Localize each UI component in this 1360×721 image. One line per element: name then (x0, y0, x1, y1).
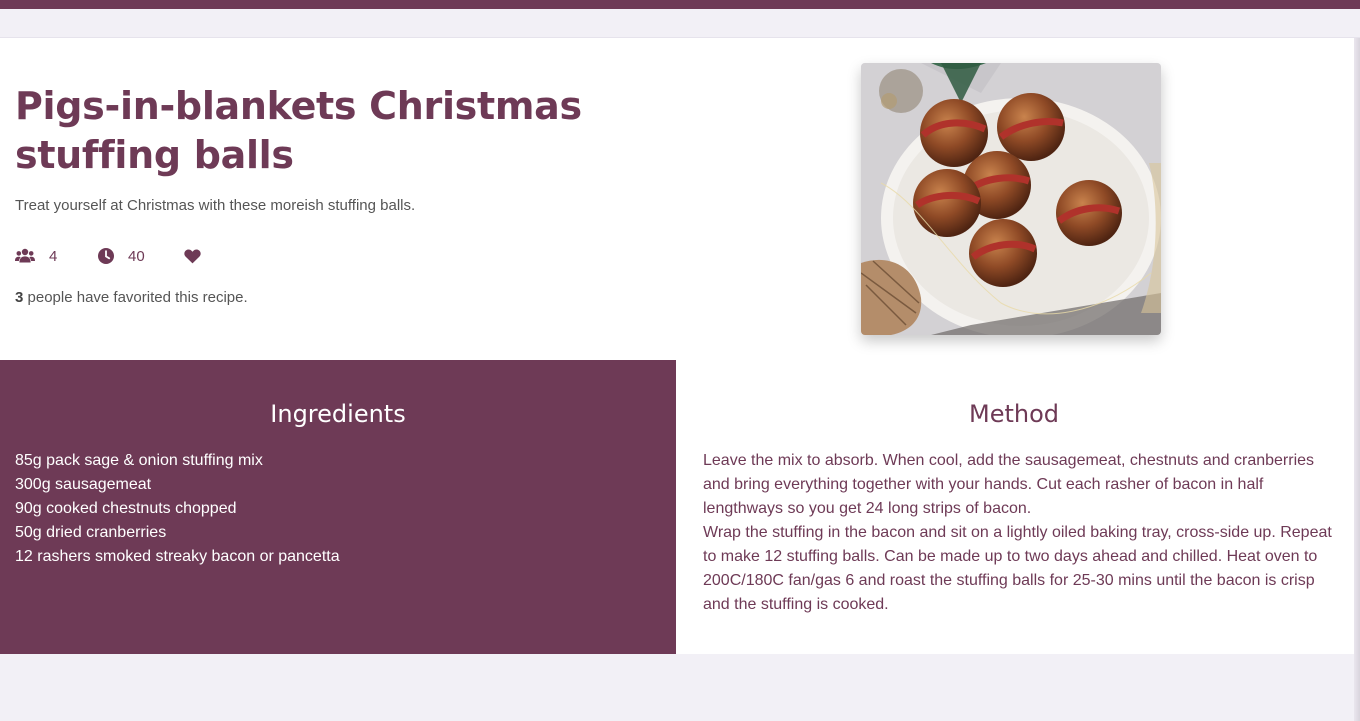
ingredient-item: 85g pack sage & onion stuffing mix (15, 452, 263, 469)
ingredient-item: 90g cooked chestnuts chopped (15, 500, 237, 517)
users-icon (15, 248, 35, 264)
servings-count: 4 (49, 247, 58, 265)
time-info: 40 (98, 248, 184, 265)
scrollbar-edge (1354, 38, 1360, 721)
method-section: Method Leave the mix to absorb. When coo… (676, 360, 1354, 654)
recipe-description: Treat yourself at Christmas with these m… (15, 197, 416, 214)
method-heading: Method (968, 400, 1059, 428)
header-area (0, 9, 1360, 38)
servings-info: 4 (15, 248, 98, 265)
stuffing-balls-photo (861, 63, 1161, 335)
ingredient-item: 50g dried cranberries (15, 524, 167, 541)
recipe-meta: 4 40 (15, 246, 201, 266)
method-step: Wrap the stuffing in the bacon and sit o… (703, 524, 1332, 613)
recipe-title: Pigs-in-blankets Christmas stuffing ball… (15, 84, 582, 177)
recipe-image (861, 63, 1161, 335)
favorites-summary: 3 people have favorited this recipe. (15, 289, 248, 306)
ingredient-item: 12 rashers smoked streaky bacon or pance… (15, 548, 340, 565)
method-steps: Leave the mix to absorb. When cool, add … (703, 449, 1339, 617)
clock-icon (98, 248, 114, 264)
favorite-button[interactable] (184, 249, 201, 264)
ingredient-item: 300g sausagemeat (15, 476, 152, 493)
favorites-text: people have favorited this recipe. (23, 289, 248, 306)
top-bar (0, 0, 1360, 9)
ingredients-heading: Ingredients (270, 400, 406, 428)
ingredients-list: 85g pack sage & onion stuffing mix 300g … (15, 449, 340, 569)
time-minutes: 40 (128, 247, 145, 265)
ingredients-section: Ingredients 85g pack sage & onion stuffi… (0, 360, 676, 654)
heart-icon[interactable] (184, 249, 201, 264)
recipe-summary: Pigs-in-blankets Christmas stuffing ball… (0, 38, 1354, 360)
method-step: Leave the mix to absorb. When cool, add … (703, 452, 1315, 517)
